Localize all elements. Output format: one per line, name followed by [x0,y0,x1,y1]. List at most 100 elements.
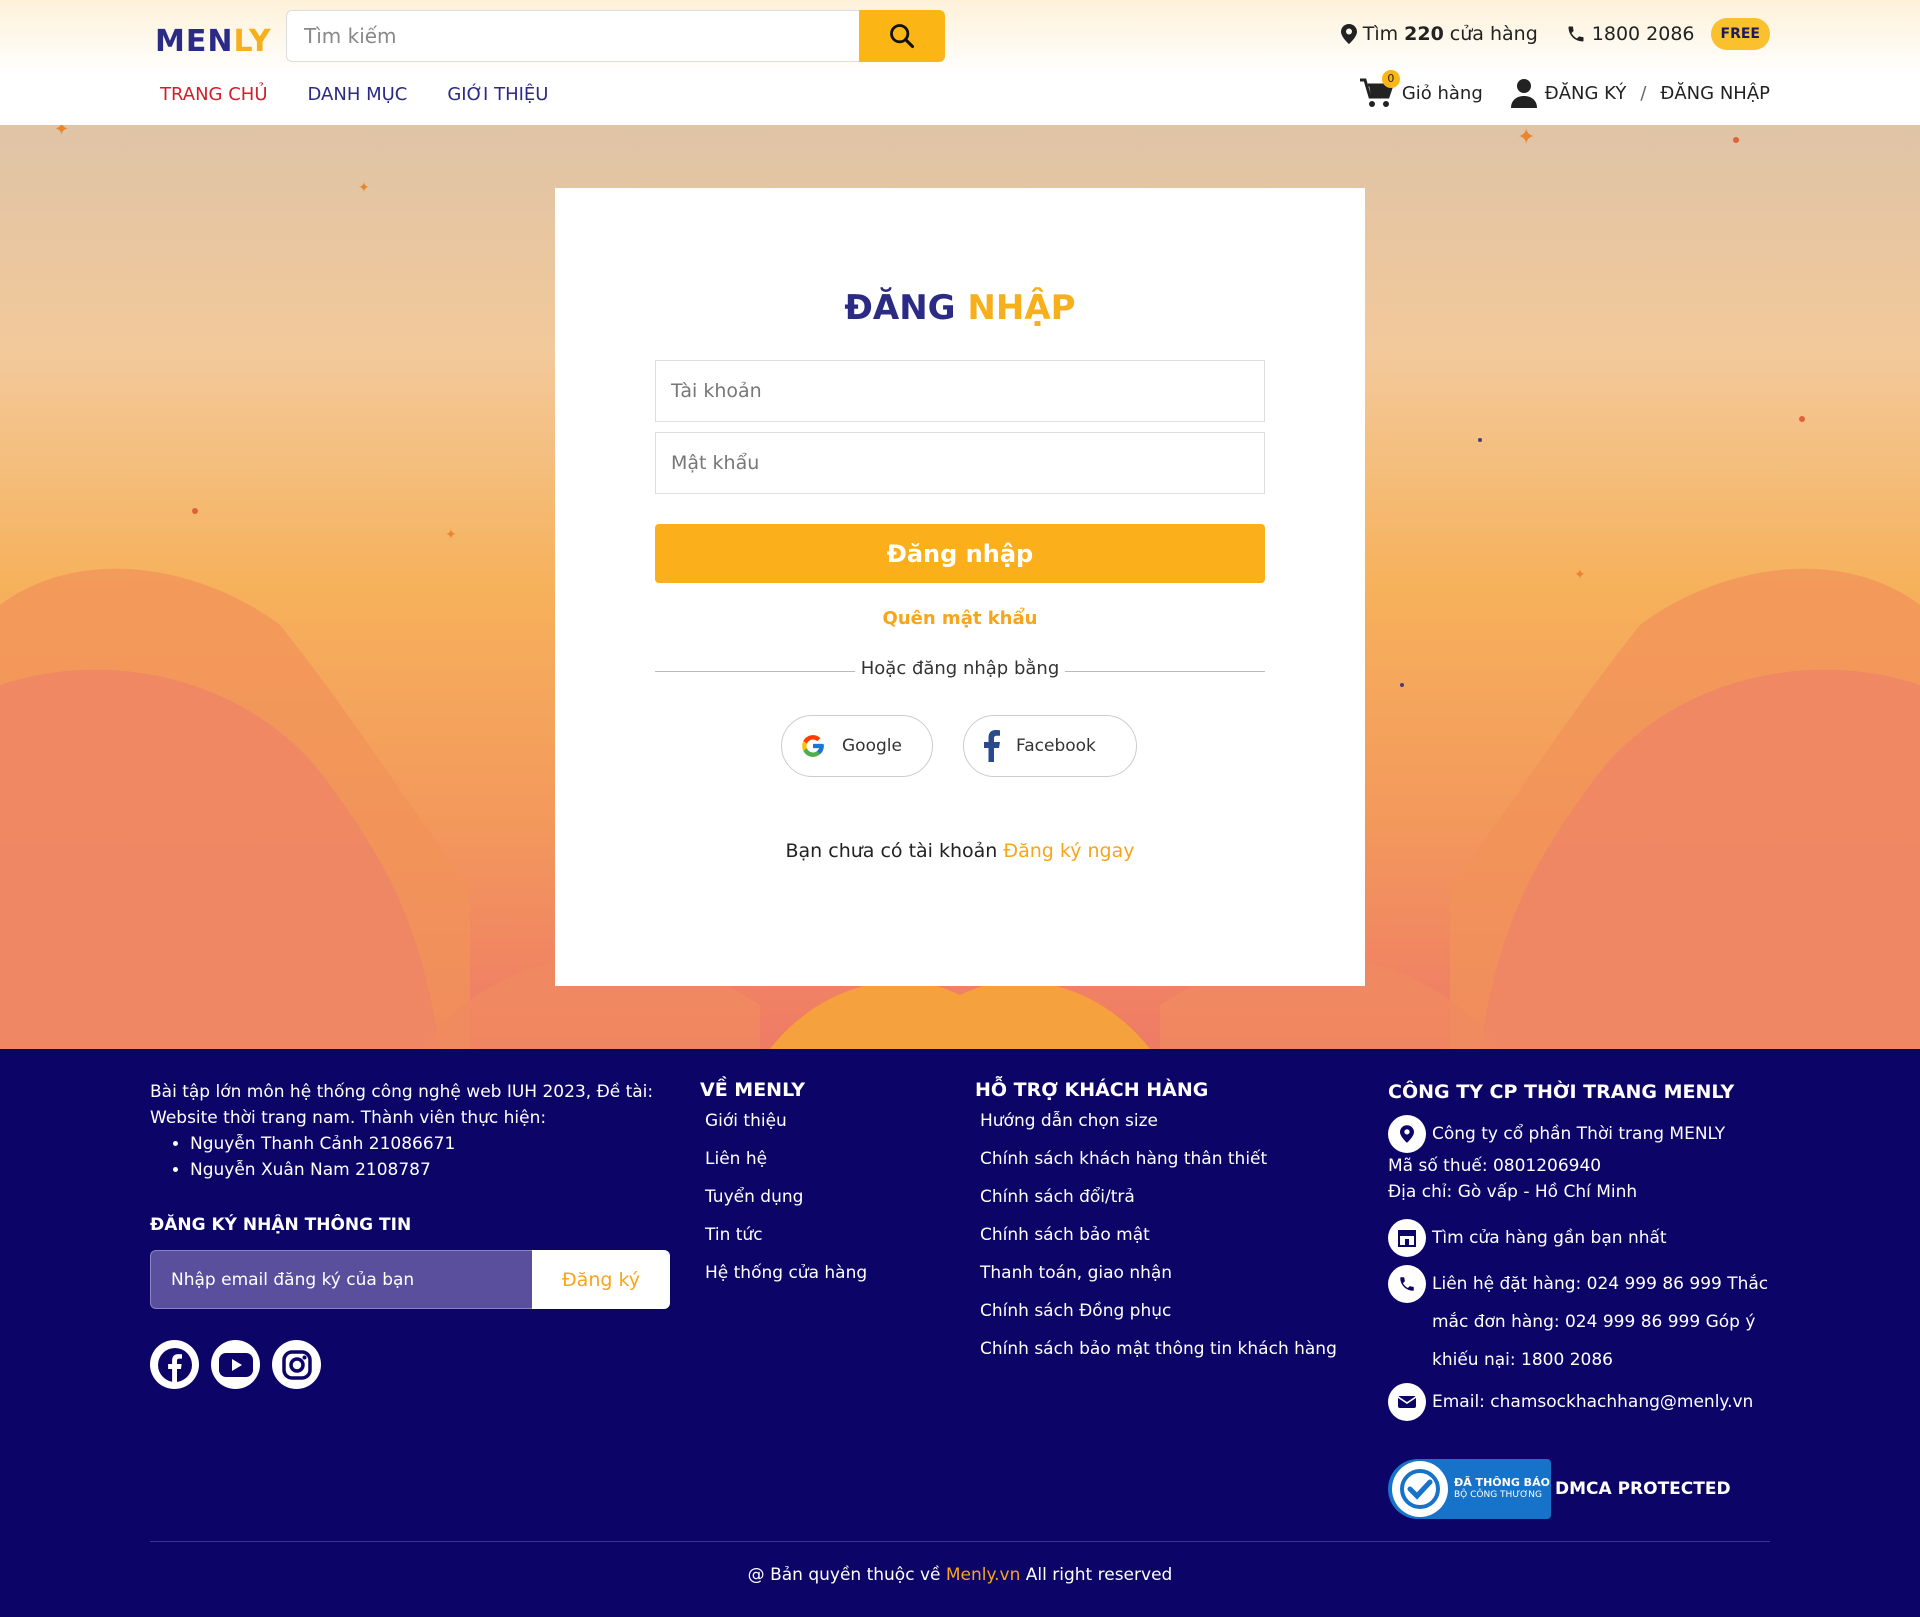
copyright-suffix: All right reserved [1025,1565,1173,1585]
or-text: Hoặc đăng nhập bằng [860,658,1060,679]
site-footer: Bài tập lớn môn hệ thống công nghệ web I… [0,1049,1920,1617]
subscribe-heading: ĐĂNG KÝ NHẬN THÔNG TIN [150,1215,412,1235]
subscribe-form: Đăng ký [150,1250,670,1309]
company-name-row: Công ty cổ phần Thời trang MENLY [1388,1115,1788,1153]
search-button[interactable] [859,10,945,62]
social-links [150,1340,321,1389]
bct-line1: ĐÃ THÔNG BÁO [1454,1476,1550,1489]
tax-code: Mã số thuế: 0801206940 [1388,1156,1602,1176]
support-heading: HỖ TRỢ KHÁCH HÀNG [975,1079,1209,1101]
instagram-social-link[interactable] [272,1340,321,1389]
footer-link[interactable]: Hệ thống cửa hàng [700,1263,950,1283]
footer-divider [150,1541,1770,1542]
password-input[interactable] [655,432,1265,494]
hotline-link[interactable]: 1800 2086 [1566,23,1695,45]
footer-link[interactable]: Giới thiệu [700,1111,950,1131]
username-input[interactable] [655,360,1265,422]
store-suffix: cửa hàng [1449,23,1538,45]
company-address: Địa chỉ: Gò vấp - Hồ Chí Minh [1388,1182,1638,1202]
svg-text:✦: ✦ [445,527,457,543]
or-divider: Hoặc đăng nhập bằng [655,658,1265,684]
site-header: MENLY Tìm 220 cửa hàng 1800 2086 FREE TR… [0,0,1920,125]
footer-intro: Bài tập lớn môn hệ thống công nghệ web I… [150,1079,670,1183]
svg-text:✦: ✦ [358,180,370,196]
user-icon [1510,79,1537,108]
login-title-part2: NHẬP [967,288,1076,328]
check-icon [1392,1461,1448,1517]
copyright: @ Bản quyền thuộc về Menly.vn All right … [0,1565,1920,1585]
find-store-row[interactable]: Tìm cửa hàng gần bạn nhất [1388,1219,1788,1257]
hotline-number: 1800 2086 [1591,23,1695,45]
facebook-login-button[interactable]: Facebook [963,715,1137,777]
signup-now-link[interactable]: Đăng ký ngay [1003,840,1134,862]
search-icon [890,24,915,49]
google-label: Google [842,736,902,756]
intro-text: Bài tập lớn môn hệ thống công nghệ web I… [150,1082,654,1128]
facebook-icon [984,730,1000,762]
auth-separator: / [1640,82,1647,104]
google-icon [802,735,824,757]
phone-icon [1388,1265,1426,1303]
facebook-social-link[interactable] [150,1340,199,1389]
svg-text:✦: ✦ [1517,125,1535,150]
email-row[interactable]: Email: chamsockhachhang@menly.vn [1388,1383,1788,1421]
bct-line2: BỘ CÔNG THƯƠNG [1454,1490,1542,1500]
nav-item-about[interactable]: GIỚI THIỆU [447,84,548,105]
footer-support: HỖ TRỢ KHÁCH HÀNG Hướng dẫn chọn size Ch… [975,1079,1375,1377]
footer-link[interactable]: Chính sách khách hàng thân thiết [975,1149,1375,1169]
member-item: Nguyễn Xuân Nam 2108787 [190,1157,670,1183]
dmca-badge[interactable]: DMCA PROTECTED [1555,1479,1731,1499]
company-heading: CÔNG TY CP THỜI TRANG MENLY [1388,1081,1735,1103]
subscribe-email-input[interactable] [150,1250,532,1309]
support-links: Hướng dẫn chọn size Chính sách khách hàn… [975,1111,1375,1359]
logo[interactable]: MENLY [155,24,272,59]
footer-link[interactable]: Chính sách bảo mật [975,1225,1375,1245]
login-title: ĐĂNG NHẬP [555,288,1365,328]
member-item: Nguyễn Thanh Cảnh 21086671 [190,1131,670,1157]
contact-row: Liên hệ đặt hàng: 024 999 86 999 Thắc mắ… [1388,1265,1788,1379]
logo-text-part2: LY [233,24,272,59]
store-count: 220 [1404,23,1444,45]
email-text: Email: chamsockhachhang@menly.vn [1432,1392,1754,1412]
company-name: Công ty cổ phần Thời trang MENLY [1432,1124,1726,1144]
footer-link[interactable]: Chính sách Đồng phục [975,1301,1375,1321]
about-links: Giới thiệu Liên hệ Tuyển dụng Tin tức Hệ… [700,1111,950,1283]
logo-text-part1: MEN [155,24,234,59]
find-store-text: Tìm cửa hàng gần bạn nhất [1432,1228,1667,1248]
svg-text:✦: ✦ [54,125,69,140]
login-button[interactable]: Đăng nhập [655,524,1265,583]
footer-link[interactable]: Tuyển dụng [700,1187,950,1207]
mail-icon [1388,1383,1426,1421]
user-actions: 0 Giỏ hàng ĐĂNG KÝ / ĐĂNG NHẬP [1359,70,1770,108]
footer-link[interactable]: Tin tức [700,1225,950,1245]
footer-link[interactable]: Chính sách bảo mật thông tin khách hàng [975,1339,1375,1359]
cart-link[interactable]: 0 Giỏ hàng [1359,70,1483,108]
facebook-icon [157,1347,192,1382]
footer-link[interactable]: Thanh toán, giao nhận [975,1263,1375,1283]
footer-link[interactable]: Liên hệ [700,1149,950,1169]
forgot-password-link[interactable]: Quên mật khẩu [555,608,1365,629]
google-login-button[interactable]: Google [781,715,933,777]
footer-link[interactable]: Chính sách đổi/trả [975,1187,1375,1207]
top-links: Tìm 220 cửa hàng 1800 2086 FREE [1340,18,1770,50]
login-link[interactable]: ĐĂNG NHẬP [1660,83,1770,104]
store-icon [1388,1219,1426,1257]
youtube-social-link[interactable] [211,1340,260,1389]
login-title-part1: ĐĂNG [844,288,956,328]
subscribe-button[interactable]: Đăng ký [532,1250,670,1309]
main-nav: TRANG CHỦ DANH MỤC GIỚI THIỆU [160,84,548,105]
map-pin-icon [1340,24,1357,44]
no-account-text: Bạn chưa có tài khoản [785,840,998,862]
search-input[interactable] [286,10,859,62]
register-link[interactable]: ĐĂNG KÝ [1545,83,1627,104]
auth-links: ĐĂNG KÝ / ĐĂNG NHẬP [1510,78,1770,108]
nav-item-home[interactable]: TRANG CHỦ [160,84,268,105]
nav-item-categories[interactable]: DANH MỤC [308,84,408,105]
bct-registered-badge[interactable]: ĐÃ THÔNG BÁO BỘ CÔNG THƯƠNG [1388,1459,1551,1519]
copyright-link[interactable]: Menly.vn [946,1565,1021,1585]
cart-label: Giỏ hàng [1401,82,1483,104]
store-locator-link[interactable]: Tìm 220 cửa hàng [1340,23,1538,45]
footer-about: VỀ MENLY Giới thiệu Liên hệ Tuyển dụng T… [700,1079,950,1301]
store-prefix: Tìm [1362,23,1399,45]
footer-link[interactable]: Hướng dẫn chọn size [975,1111,1375,1131]
